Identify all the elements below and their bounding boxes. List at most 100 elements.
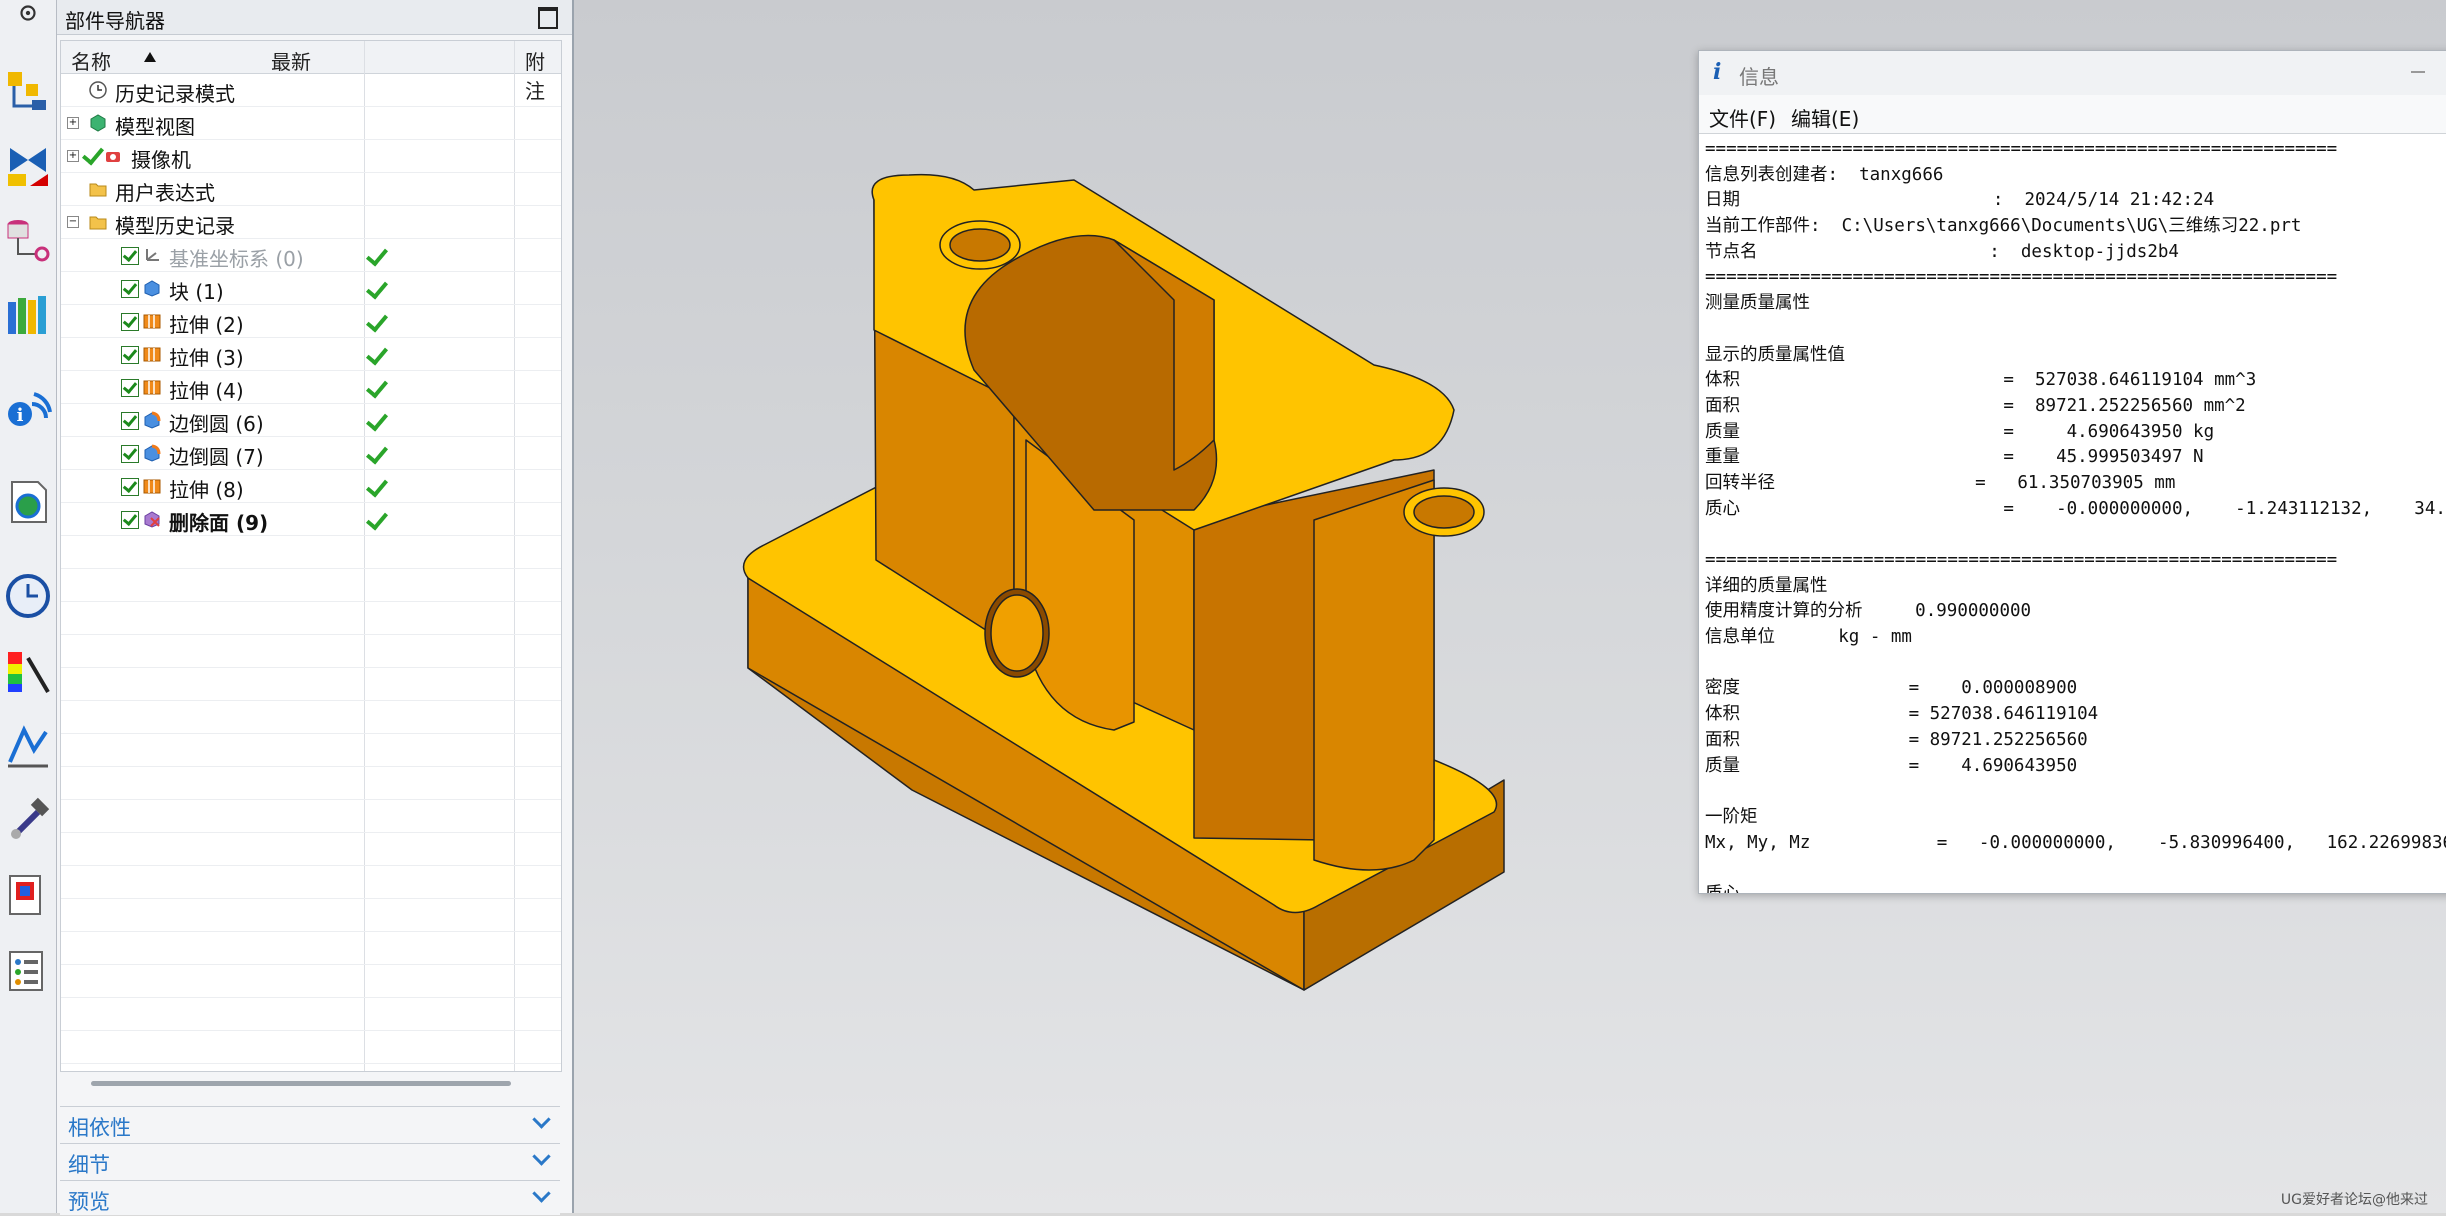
- reuse-library-icon[interactable]: [4, 290, 52, 338]
- info-icon: i: [1713, 59, 1722, 85]
- details-panel-header[interactable]: 细节: [60, 1143, 560, 1178]
- svg-text:i: i: [17, 405, 24, 426]
- tree-row-label: 模型历史记录: [115, 214, 235, 238]
- minimize-icon[interactable]: [2411, 71, 2425, 73]
- horizontal-scrollbar[interactable]: [91, 1081, 511, 1086]
- tree-row-label: 模型视图: [115, 115, 195, 139]
- info-text-line: [1705, 317, 2446, 343]
- info-text-line: ========================================…: [1705, 550, 2338, 570]
- information-window[interactable]: i 信息 文件(F) 编辑(E) =======================…: [1698, 50, 2446, 894]
- navigator-tree: 名称 最新 附注 历史记录模式 + 模型视图 + 摄像机 用户表达式 − 模型历…: [60, 40, 562, 1086]
- feature-checkbox[interactable]: [121, 280, 139, 298]
- empty-row: [61, 1031, 561, 1064]
- feature-checkbox[interactable]: [121, 346, 139, 364]
- roles-icon[interactable]: [4, 870, 52, 918]
- edit-menu[interactable]: 编辑(E): [1791, 103, 1859, 132]
- folder-icon: [89, 216, 107, 230]
- column-header-latest[interactable]: 最新: [271, 46, 311, 75]
- tree-row-model-views[interactable]: + 模型视图: [61, 107, 561, 140]
- preview-panel-header[interactable]: 预览: [60, 1180, 560, 1215]
- info-text-line: [1705, 651, 2446, 677]
- system-scenes-icon[interactable]: [4, 946, 52, 994]
- extrude-icon: [143, 314, 161, 329]
- tree-row-label: 摄像机: [131, 148, 191, 172]
- tree-row-feature[interactable]: 拉伸 (3): [61, 338, 561, 371]
- empty-row: [61, 569, 561, 602]
- assembly-navigator-icon[interactable]: [4, 66, 52, 114]
- info-title: 信息: [1739, 65, 1779, 89]
- system-materials-icon[interactable]: [4, 648, 52, 696]
- manufacturing-wizards-icon[interactable]: [4, 796, 52, 844]
- tree-row-feature[interactable]: 边倒圆 (7): [61, 437, 561, 470]
- tree-row-feature[interactable]: 拉伸 (8): [61, 470, 561, 503]
- part-navigator-icon[interactable]: [4, 214, 52, 262]
- panel-label: 相依性: [68, 1116, 131, 1140]
- column-header-name[interactable]: 名称: [71, 46, 111, 75]
- edge-blend-icon: [144, 411, 161, 429]
- info-text-line: 质心: [1705, 883, 1740, 894]
- panel-label: 细节: [68, 1153, 110, 1177]
- datum-csys-icon: [146, 249, 159, 261]
- tree-row-model-history[interactable]: − 模型历史记录: [61, 206, 561, 239]
- empty-row: [61, 899, 561, 932]
- feature-checkbox[interactable]: [121, 313, 139, 331]
- info-title-bar[interactable]: i 信息: [1699, 51, 2446, 96]
- feature-checkbox[interactable]: [121, 412, 139, 430]
- hd3d-tools-icon[interactable]: i: [4, 384, 52, 432]
- collapse-icon[interactable]: −: [67, 216, 79, 228]
- panel-label: 预览: [68, 1190, 110, 1214]
- empty-row: [61, 932, 561, 965]
- info-text-line: 重量 = 45.999503497 N: [1705, 447, 2204, 468]
- tree-row-label: 拉伸 (2): [169, 313, 244, 337]
- tree-row-label: 基准坐标系 (0): [169, 247, 304, 271]
- chevron-down-icon: [532, 1110, 551, 1129]
- empty-row: [61, 800, 561, 833]
- clock-icon: [89, 81, 107, 99]
- info-text-line: 回转半径 = 61.350703905 mm: [1705, 472, 2176, 493]
- expand-icon[interactable]: +: [67, 150, 79, 162]
- tree-row-user-expressions[interactable]: 用户表达式: [61, 173, 561, 206]
- block-icon: [144, 280, 160, 297]
- info-text-line: 使用精度计算的分析 0.990000000: [1705, 601, 2032, 622]
- tree-row-feature[interactable]: 删除面 (9): [61, 503, 561, 536]
- file-menu[interactable]: 文件(F): [1709, 103, 1776, 132]
- tree-row-feature[interactable]: 边倒圆 (6): [61, 404, 561, 437]
- feature-checkbox[interactable]: [121, 445, 139, 463]
- tree-row-feature[interactable]: 块 (1): [61, 272, 561, 305]
- up-to-date-check-icon: [365, 474, 389, 498]
- tree-row-cameras[interactable]: + 摄像机: [61, 140, 561, 173]
- gear-icon[interactable]: [4, 0, 52, 26]
- feature-checkbox[interactable]: [121, 511, 139, 529]
- extrude-icon: [143, 380, 161, 395]
- tree-row-history-mode[interactable]: 历史记录模式: [61, 74, 561, 107]
- empty-row: [61, 866, 561, 899]
- empty-row: [61, 602, 561, 635]
- history-icon[interactable]: [4, 572, 52, 620]
- check-mark-icon: [81, 142, 105, 166]
- info-text-line: 当前工作部件: C:\Users\tanxg666\Documents\UG\三…: [1705, 216, 2302, 237]
- feature-checkbox[interactable]: [121, 379, 139, 397]
- info-text-line: 面积 = 89721.252256560: [1705, 729, 2088, 750]
- expand-icon[interactable]: +: [67, 117, 79, 129]
- empty-row: [61, 833, 561, 866]
- info-text-line: ========================================…: [1705, 139, 2338, 159]
- maximize-icon[interactable]: [538, 7, 558, 29]
- info-text-line: 密度 = 0.000008900: [1705, 678, 2078, 699]
- feature-checkbox[interactable]: [121, 478, 139, 496]
- dependencies-panel-header[interactable]: 相依性: [60, 1106, 560, 1141]
- tree-row-feature[interactable]: 拉伸 (4): [61, 371, 561, 404]
- empty-row: [61, 998, 561, 1031]
- tree-row-feature[interactable]: 基准坐标系 (0): [61, 239, 561, 272]
- constraint-navigator-icon[interactable]: [4, 140, 52, 188]
- tree-row-label: 块 (1): [169, 280, 224, 304]
- info-text-line: 显示的质量属性值: [1705, 344, 1845, 365]
- info-text-line: 测量质量属性: [1705, 293, 1810, 314]
- process-studio-icon[interactable]: [4, 722, 52, 770]
- info-text-area[interactable]: ========================================…: [1705, 137, 2446, 893]
- feature-checkbox[interactable]: [121, 247, 139, 265]
- web-browser-icon[interactable]: [4, 478, 52, 526]
- up-to-date-check-icon: [365, 408, 389, 432]
- tree-row-feature[interactable]: 拉伸 (2): [61, 305, 561, 338]
- empty-row: [61, 701, 561, 734]
- info-text-line: [1705, 522, 2446, 548]
